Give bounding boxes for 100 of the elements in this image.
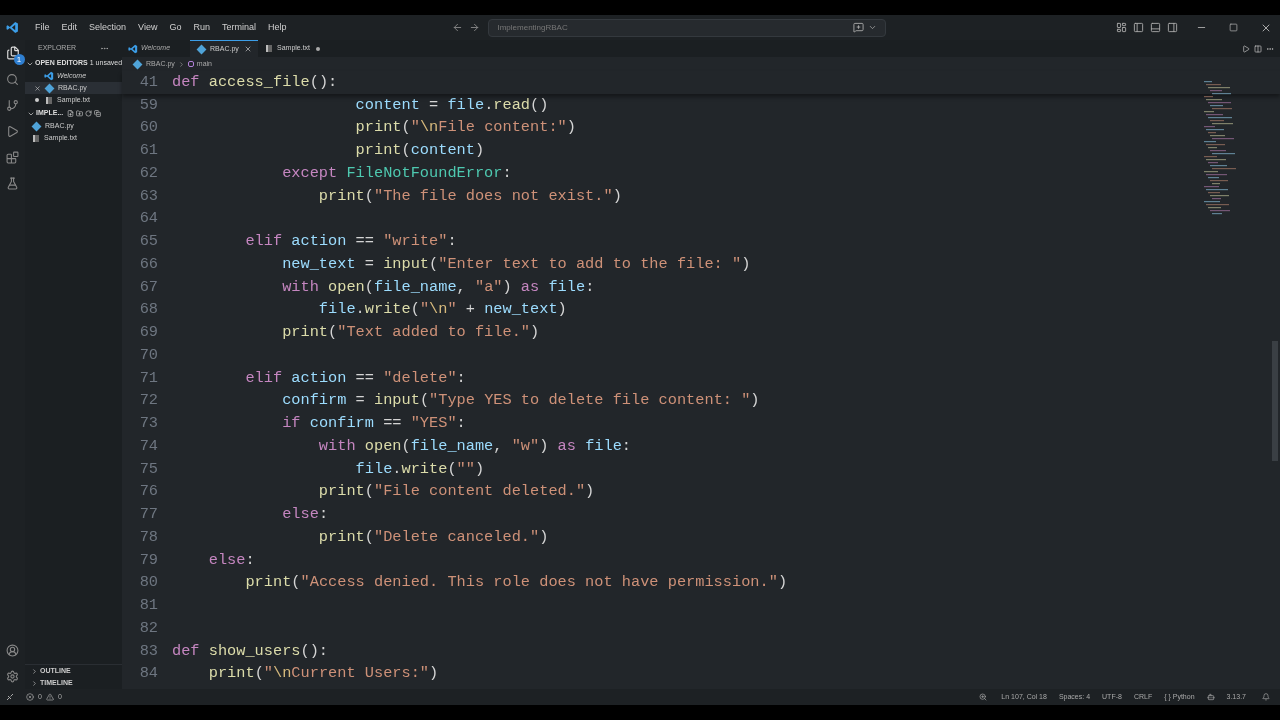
code-line: with open(file_name, "w") as file: (317, 435, 632, 457)
code-line: print("\nFile content:") (354, 117, 576, 139)
line-number: 69 (138, 322, 159, 344)
line-number: 74 (138, 435, 159, 457)
line-number: 64 (138, 208, 159, 230)
text-file-icon (33, 134, 39, 142)
restore-icon[interactable] (1229, 23, 1238, 32)
chat-icon[interactable] (853, 22, 865, 33)
code-line: print("The file does not exist.") (317, 185, 622, 207)
menu-item[interactable]: Go (163, 20, 188, 35)
line-number: 62 (138, 162, 159, 184)
chevron-icon[interactable] (868, 23, 878, 32)
line-number: 68 (138, 299, 159, 321)
code-line: else: (281, 504, 329, 526)
code-line: def show_users(): (172, 640, 329, 662)
search-field[interactable]: ImplementingRBAC (497, 21, 854, 34)
code-line: print("\nCurrent Users:") (207, 663, 439, 685)
account-icon[interactable] (6, 644, 19, 657)
line-number: 71 (138, 367, 159, 389)
line-number: 76 (138, 481, 159, 503)
extensions-icon[interactable] (6, 151, 19, 164)
remote-icon[interactable] (6, 693, 16, 701)
settings-icon[interactable] (6, 670, 19, 683)
line-number: 66 (138, 253, 159, 275)
panel-bottom-icon[interactable] (1150, 22, 1161, 33)
explorer-icon[interactable] (5, 46, 20, 60)
menu-item[interactable]: Help (261, 20, 293, 35)
refresh-icon[interactable] (85, 110, 93, 117)
menu-item[interactable]: File (29, 20, 56, 35)
scrollbar-thumb[interactable] (1272, 341, 1278, 461)
line-number: 83 (138, 640, 159, 662)
layout-icon[interactable] (1116, 22, 1127, 33)
line-number: 82 (138, 617, 159, 639)
code-line: new_text = input("Enter text to add to the file: ") (281, 253, 751, 275)
more-icon[interactable] (100, 44, 109, 53)
code-line: print("Delete canceled.") (317, 526, 549, 548)
line-number: 61 (138, 140, 159, 162)
sticky-scroll-header[interactable]: 41 def access_file(): (122, 71, 1280, 94)
zoom-icon[interactable] (979, 693, 988, 701)
python-file-icon (196, 44, 207, 54)
editor-logo-icon (44, 71, 54, 81)
command-center-field[interactable]: ImplementingRBAC (488, 18, 887, 37)
code-line: content = file.read() (354, 94, 549, 116)
code-line: print("Access denied. This role does not have permission.") (244, 572, 788, 594)
line-number: 78 (138, 526, 159, 548)
line-number: 63 (138, 185, 159, 207)
line-number: 79 (138, 549, 159, 571)
flask-icon[interactable] (6, 177, 19, 190)
line-number: 84 (138, 663, 159, 685)
code-line: print(content) (354, 140, 485, 162)
line-number: 41 (138, 71, 159, 93)
bell-icon[interactable] (1262, 693, 1270, 701)
collapse-icon[interactable] (94, 110, 102, 117)
code-line: print("Text added to file.") (281, 322, 540, 344)
line-number: 75 (138, 458, 159, 480)
line-number: 70 (138, 344, 159, 366)
run-debug-icon[interactable] (6, 125, 19, 138)
menu-item[interactable]: Run (187, 20, 216, 35)
code-line: confirm = input("Type YES to delete file content: ") (281, 390, 760, 412)
run-icon[interactable] (1242, 44, 1250, 53)
menu-item[interactable]: View (132, 20, 164, 35)
line-number: 77 (138, 504, 159, 526)
line-number: 59 (138, 94, 159, 116)
python-file-icon (44, 83, 55, 93)
panel-left-icon[interactable] (1133, 22, 1144, 33)
code-line: if confirm == "YES": (281, 413, 466, 435)
code-line: file.write("") (354, 458, 485, 480)
code-line: else: (207, 549, 255, 571)
search-icon[interactable] (6, 73, 19, 86)
chevron-icon (177, 60, 185, 68)
panel-right-icon[interactable] (1167, 22, 1178, 33)
editor-logo-icon (128, 43, 138, 54)
text-file-icon (46, 96, 52, 104)
code-line: with open(file_name, "a") as file: (281, 276, 595, 298)
symbol-icon (187, 61, 194, 67)
code-line: elif action == "delete": (244, 367, 466, 389)
notification-badge: 1 (13, 54, 25, 65)
close-icon[interactable] (244, 45, 252, 53)
python-file-icon (31, 121, 42, 131)
code-line: except FileNotFoundError: (281, 162, 512, 184)
line-number: 73 (138, 413, 159, 435)
back-arrow-icon[interactable] (452, 22, 464, 33)
editor-logo-icon (6, 21, 19, 34)
code-line: file.write("\n" + new_text) (317, 299, 567, 321)
source-control-icon[interactable] (6, 99, 19, 112)
menu-item[interactable]: Selection (83, 20, 133, 35)
robot-icon[interactable] (1206, 693, 1215, 701)
forward-arrow-icon[interactable] (469, 22, 481, 33)
code-line: elif action == "write": (244, 231, 457, 253)
new-folder-icon[interactable] (76, 110, 84, 117)
split-editor-icon[interactable] (1254, 44, 1262, 53)
warning-icon[interactable] (45, 693, 54, 701)
close-icon[interactable] (33, 84, 41, 92)
python-file-icon (132, 59, 143, 69)
menu-item[interactable]: Edit (55, 20, 84, 35)
menu-item[interactable]: Terminal (215, 20, 262, 35)
new-file-icon[interactable] (67, 110, 75, 117)
code-line: print("File content deleted.") (317, 481, 595, 503)
line-number: 60 (138, 117, 159, 139)
error-icon[interactable] (26, 693, 34, 701)
